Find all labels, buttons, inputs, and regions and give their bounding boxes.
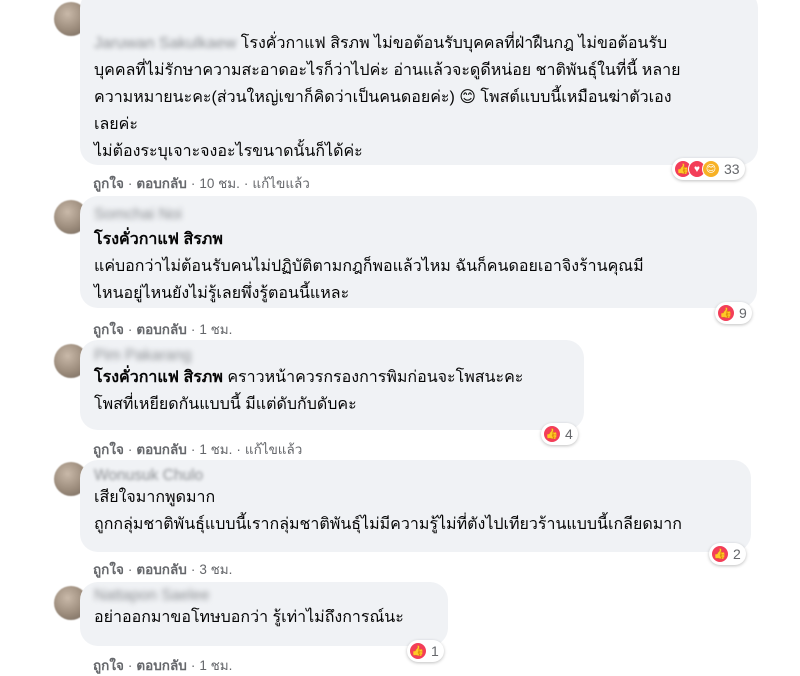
like-button[interactable]: ถูกใจ: [93, 562, 124, 577]
comment-actions: ถูกใจ · ตอบกลับ · 10 ชม. · แก้ไขแล้ว: [93, 176, 310, 191]
page-mention[interactable]: โรงคั่วกาแฟ สิรภพ: [94, 369, 223, 386]
comment-text: Jaruwan Sakulkaew โรงคั่วกาแฟ สิรภพ ไม่ข…: [94, 30, 744, 165]
comment-author-mention[interactable]: Jaruwan Sakulkaew: [94, 30, 236, 57]
reply-button[interactable]: ตอบกลับ: [136, 658, 186, 673]
comment-actions: ถูกใจ · ตอบกลับ · 1 ชม.: [93, 322, 233, 337]
reaction-count: 2: [733, 546, 741, 562]
comment-text: โรงคั่วกาแฟ สิรภพ คราวหน้าควรกรองการพิมก…: [94, 369, 524, 413]
comment-actions: ถูกใจ · ตอบกลับ · 3 ชม.: [93, 562, 233, 577]
comment-text: โรงคั่วกาแฟ สิรภพ แค่บอกว่าไม่ต้อนรับคนไ…: [94, 231, 644, 302]
like-icon: 👍: [409, 642, 427, 660]
comment-author[interactable]: Wonusuk Chulo: [94, 468, 737, 484]
like-button[interactable]: ถูกใจ: [93, 658, 124, 673]
comment-bubble: Jaruwan Sakulkaew โรงคั่วกาแฟ สิรภพ ไม่ข…: [80, 0, 758, 165]
comment-time[interactable]: 1 ชม.: [199, 442, 232, 457]
reactions-summary[interactable]: 👍 ♥ 😊 33: [672, 158, 745, 180]
comment-bubble: Somchai Noi โรงคั่วกาแฟ สิรภพ แค่บอกว่าไ…: [80, 196, 757, 308]
reaction-count: 4: [565, 426, 573, 442]
care-icon: 😊: [702, 160, 720, 178]
comment-bubble: Pim Pakarang โรงคั่วกาแฟ สิรภพ คราวหน้าค…: [80, 340, 584, 430]
like-button[interactable]: ถูกใจ: [93, 322, 124, 337]
reply-button[interactable]: ตอบกลับ: [136, 176, 186, 191]
comment-bubble: Nattapon Saelee อย่าออกมาขอโทษบอกว่า รู้…: [80, 582, 448, 646]
reaction-count: 9: [739, 305, 747, 321]
edited-label: แก้ไขแล้ว: [252, 176, 310, 191]
reply-button[interactable]: ตอบกลับ: [136, 442, 186, 457]
page-mention[interactable]: โรงคั่วกาแฟ สิรภพ: [94, 231, 223, 248]
reply-button[interactable]: ตอบกลับ: [136, 322, 186, 337]
comment-author[interactable]: Nattapon Saelee: [94, 588, 434, 604]
comment-time[interactable]: 3 ชม.: [199, 562, 232, 577]
reactions-summary[interactable]: 👍 2: [709, 543, 746, 565]
comment-text: เสียใจมากพูดมาก ถูกกลุ่มชาติพันธุ์แบบนี้…: [94, 489, 682, 533]
comment-actions: ถูกใจ · ตอบกลับ · 1 ชม.: [93, 658, 233, 673]
like-icon: 👍: [717, 304, 735, 322]
comment-author[interactable]: Somchai Noi: [94, 204, 743, 226]
like-button[interactable]: ถูกใจ: [93, 176, 124, 191]
reactions-summary[interactable]: 👍 1: [407, 640, 444, 662]
reaction-count: 1: [431, 643, 439, 659]
reply-button[interactable]: ตอบกลับ: [136, 562, 186, 577]
comment-bubble: Wonusuk Chulo เสียใจมากพูดมาก ถูกกลุ่มชา…: [80, 460, 751, 552]
comment-time[interactable]: 1 ชม.: [199, 322, 232, 337]
reactions-summary[interactable]: 👍 9: [715, 302, 752, 324]
like-icon: 👍: [543, 425, 561, 443]
comment-actions: ถูกใจ · ตอบกลับ · 1 ชม. · แก้ไขแล้ว: [93, 442, 303, 457]
reactions-summary[interactable]: 👍 4: [541, 423, 578, 445]
comment-time[interactable]: 1 ชม.: [199, 658, 232, 673]
reaction-count: 33: [724, 161, 740, 177]
like-button[interactable]: ถูกใจ: [93, 442, 124, 457]
comment-time[interactable]: 10 ชม.: [199, 176, 240, 191]
edited-label: แก้ไขแล้ว: [244, 442, 303, 457]
comment-text: อย่าออกมาขอโทษบอกว่า รู้เท่าไม่ถึงการณ์น…: [94, 609, 404, 626]
like-icon: 👍: [711, 545, 729, 563]
comment-author[interactable]: Pim Pakarang: [94, 348, 570, 364]
